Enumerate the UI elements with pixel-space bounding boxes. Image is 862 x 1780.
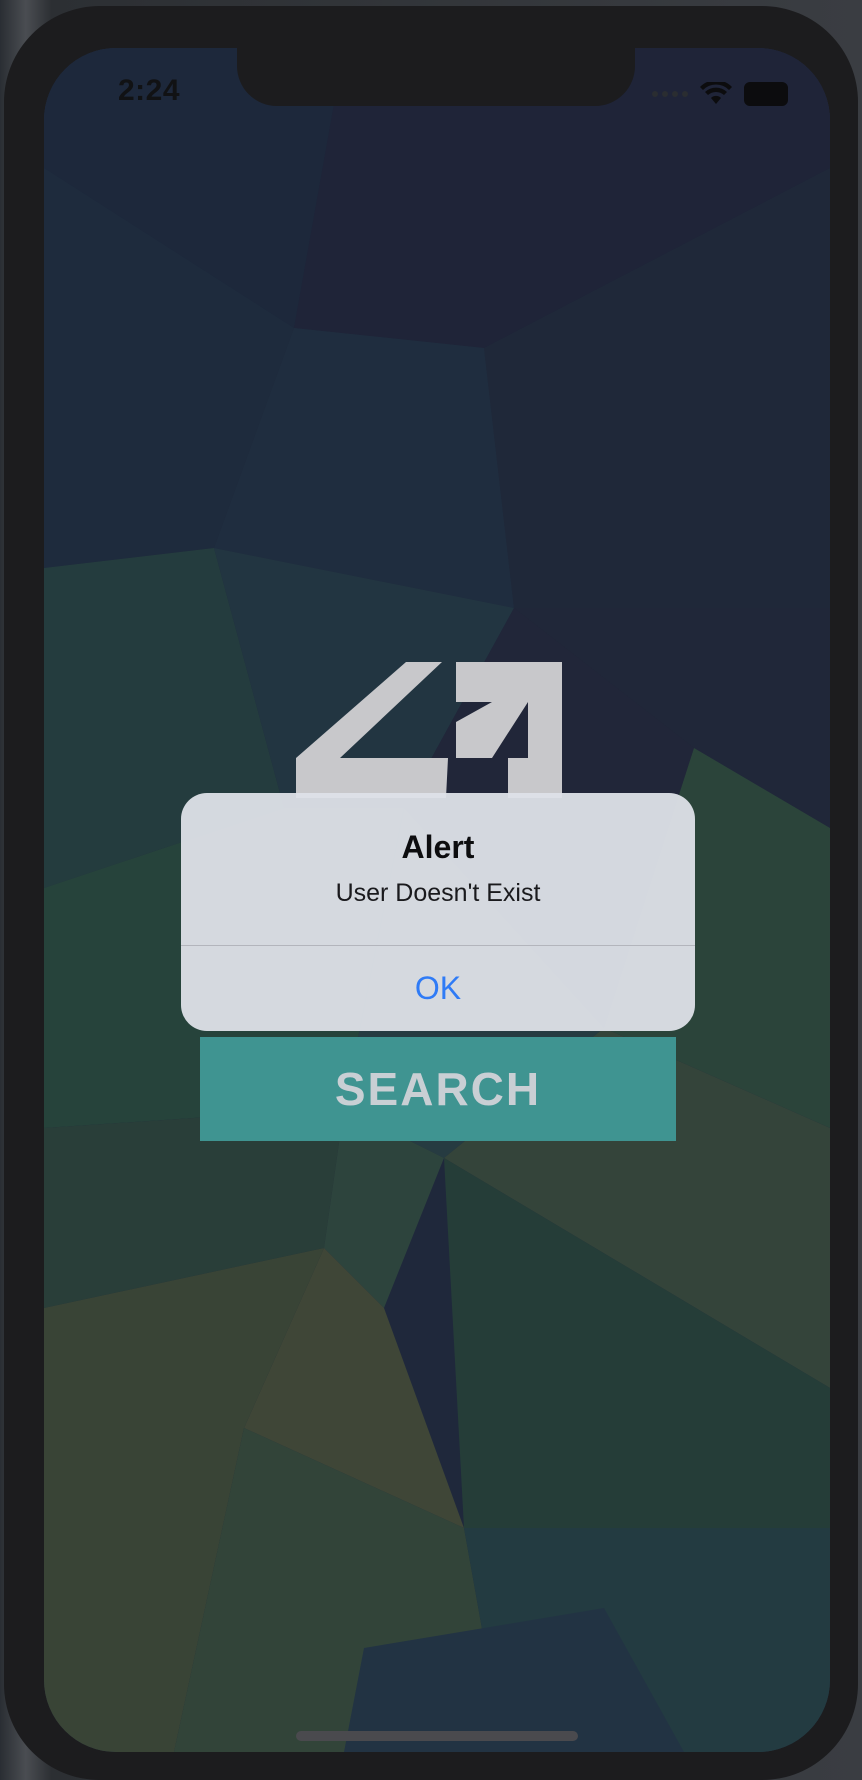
wifi-icon — [700, 82, 732, 104]
cellular-signal-icon — [652, 91, 688, 97]
search-button[interactable]: SEARCH — [200, 1037, 676, 1141]
alert-title: Alert — [401, 829, 475, 865]
alert-ok-button[interactable]: OK — [181, 946, 695, 1031]
app-logo — [296, 662, 562, 798]
device-notch — [237, 48, 635, 106]
phone-frame: 2:24 SEARCH Alert User Doesn't Exist OK — [4, 6, 858, 1780]
alert-message: User Doesn't Exist — [335, 879, 541, 907]
status-time: 2:24 — [118, 74, 181, 107]
battery-icon — [744, 82, 788, 106]
alert-dialog: Alert User Doesn't Exist OK — [181, 793, 695, 1031]
status-icons — [652, 80, 788, 108]
home-indicator[interactable] — [296, 1731, 578, 1741]
app-screen: 2:24 SEARCH Alert User Doesn't Exist OK — [44, 48, 830, 1752]
